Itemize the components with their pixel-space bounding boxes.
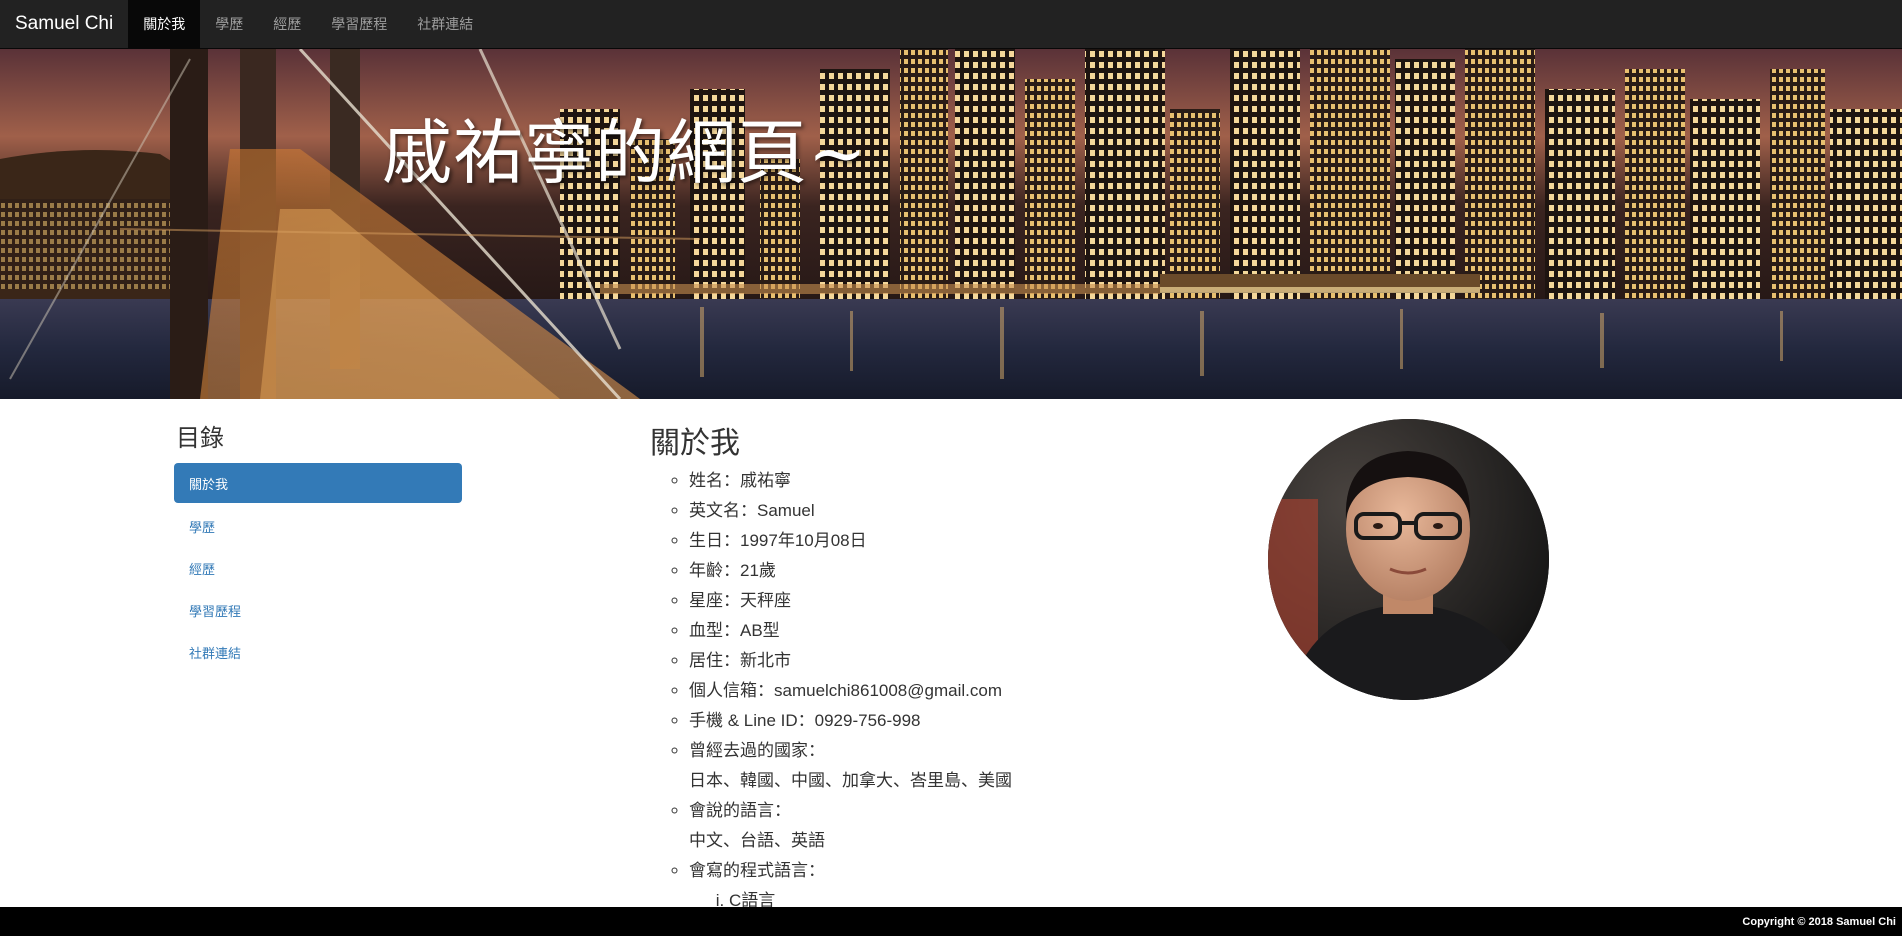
countries-label: 曾經去過的國家： (689, 741, 825, 760)
about-section: 關於我 姓名：戚祐寧 英文名：Samuel 生日：1997年10月08日 年齡：… (650, 418, 1270, 916)
footer: Copyright © 2018 Samuel Chi (0, 907, 1902, 936)
nav-item-about[interactable]: 關於我 (128, 0, 201, 48)
info-item-languages: 會說的語言： 中文、台語、英語 (689, 796, 1270, 856)
sidebar-item-experience[interactable]: 經歷 (174, 549, 462, 587)
sidebar-list: 關於我 學歷 經歷 學習歷程 社群連結 (174, 463, 462, 671)
info-item-zodiac: 星座：天秤座 (689, 586, 1270, 616)
info-item-email: 個人信箱：samuelchi861008@gmail.com (689, 676, 1270, 706)
countries-value: 日本、韓國、中國、加拿大、峇里島、美國 (689, 771, 1012, 790)
hero-title: 戚祐寧的網頁~ (382, 112, 868, 194)
info-item-age: 年齡：21歲 (689, 556, 1270, 586)
info-item-phone: 手機 & Line ID：0929-756-998 (689, 706, 1270, 736)
nav-item-social-links[interactable]: 社群連結 (402, 0, 488, 48)
info-item-residence: 居住：新北市 (689, 646, 1270, 676)
top-navbar: Samuel Chi 關於我 學歷 經歷 學習歷程 社群連結 (0, 0, 1902, 49)
brand-link[interactable]: Samuel Chi (0, 0, 128, 48)
sidebar-item-education[interactable]: 學歷 (174, 507, 462, 545)
sidebar-item-about[interactable]: 關於我 (174, 463, 462, 503)
info-item-birthday: 生日：1997年10月08日 (689, 526, 1270, 556)
sidebar-item-social-links[interactable]: 社群連結 (174, 633, 462, 671)
programming-label: 會寫的程式語言： (689, 861, 825, 880)
languages-value: 中文、台語、英語 (689, 831, 825, 850)
nav-menu: 關於我 學歷 經歷 學習歷程 社群連結 (128, 0, 488, 48)
nav-item-education[interactable]: 學歷 (200, 0, 258, 48)
nav-item-learning-history[interactable]: 學習歷程 (316, 0, 402, 48)
info-item-name: 姓名：戚祐寧 (689, 466, 1270, 496)
sidebar: 目錄 關於我 學歷 經歷 學習歷程 社群連結 (174, 418, 462, 675)
languages-label: 會說的語言： (689, 801, 791, 820)
profile-photo-icon (1268, 419, 1549, 700)
info-item-countries: 曾經去過的國家： 日本、韓國、中國、加拿大、峇里島、美國 (689, 736, 1270, 796)
avatar (1268, 419, 1549, 700)
info-item-blood-type: 血型：AB型 (689, 616, 1270, 646)
info-list: 姓名：戚祐寧 英文名：Samuel 生日：1997年10月08日 年齡：21歲 … (650, 466, 1270, 916)
copyright-text: Copyright © 2018 Samuel Chi (1742, 915, 1896, 928)
city-skyline-image (0, 49, 1902, 399)
section-title: 關於我 (650, 427, 740, 460)
hero-banner: 戚祐寧的網頁~ (0, 49, 1902, 399)
info-item-english-name: 英文名：Samuel (689, 496, 1270, 526)
sidebar-title: 目錄 (176, 425, 224, 452)
nav-item-experience[interactable]: 經歷 (258, 0, 316, 48)
sidebar-item-learning-history[interactable]: 學習歷程 (174, 591, 462, 629)
